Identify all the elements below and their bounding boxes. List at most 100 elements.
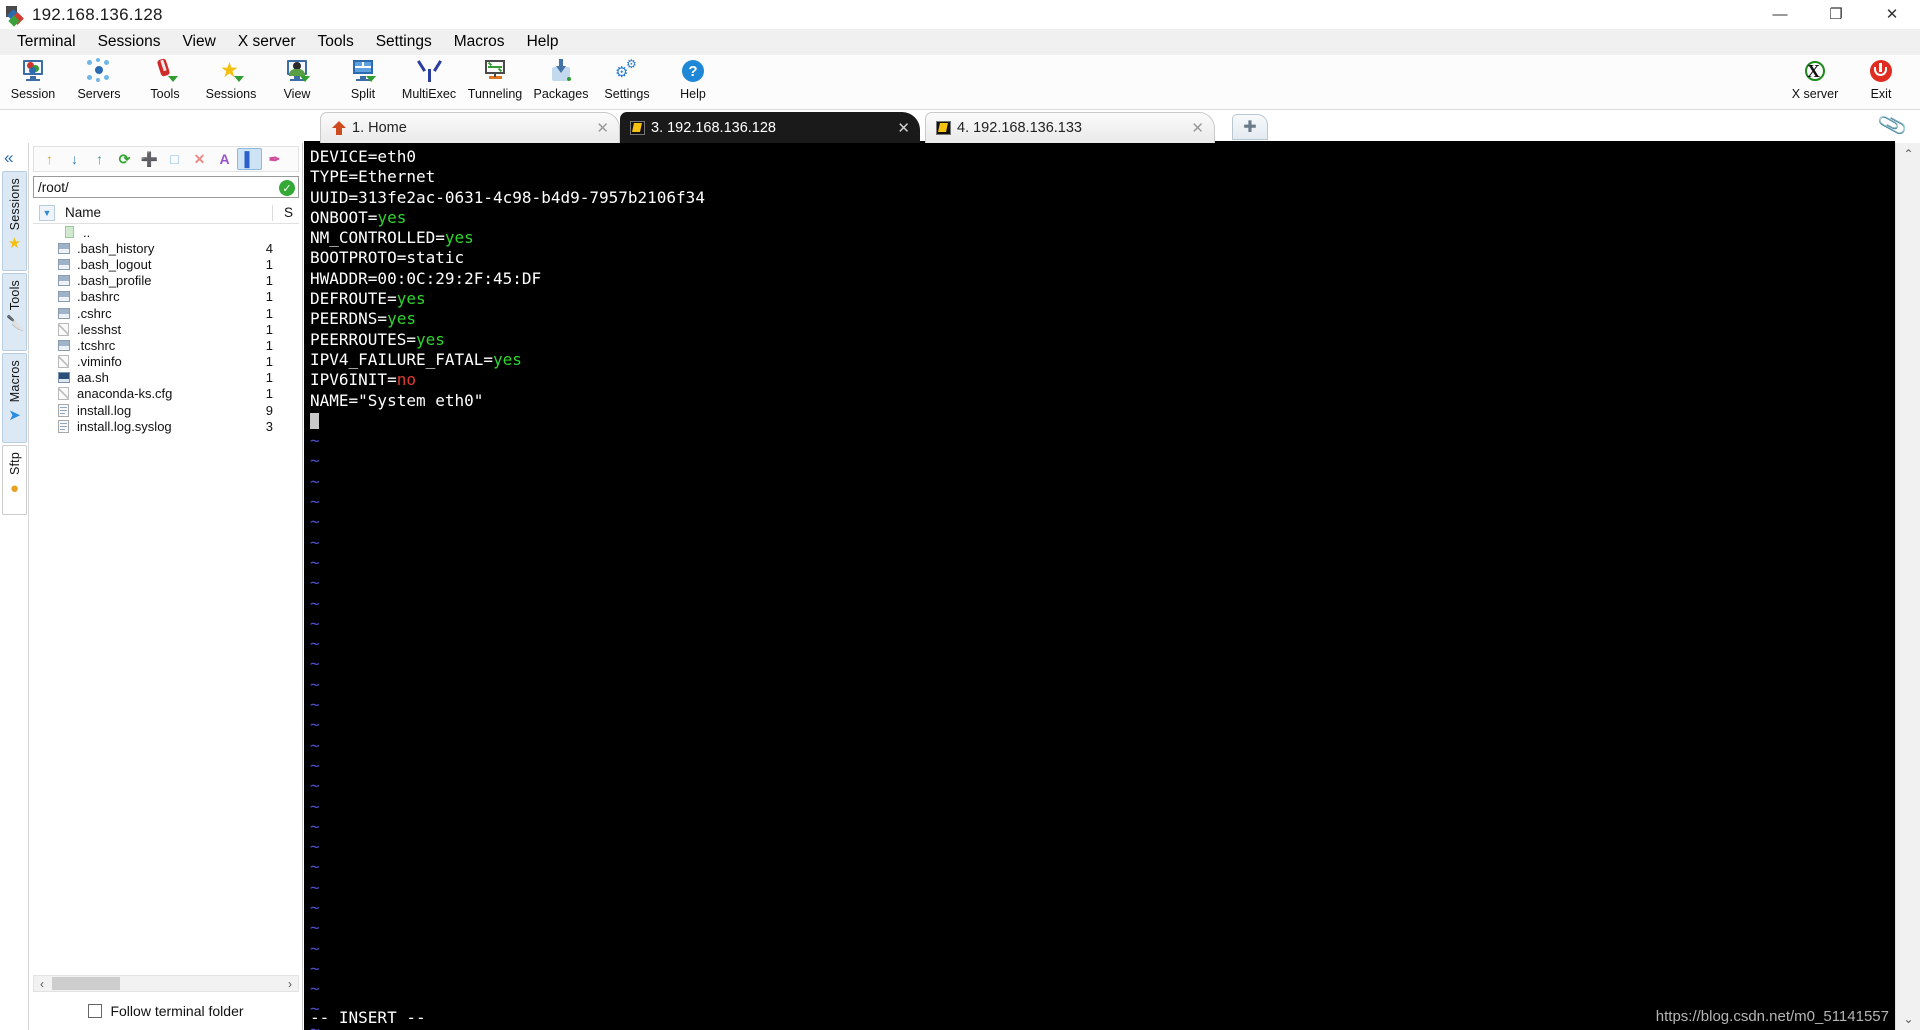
sftp-new-folder-icon[interactable]: ➕ xyxy=(137,148,162,170)
close-button[interactable]: ✕ xyxy=(1864,0,1920,29)
toolbar-button-label: Split xyxy=(350,87,376,101)
file-list[interactable]: .. .bash_history 4 .bash_logout 1 .bash_profi… xyxy=(33,224,299,1014)
toolbar-button-settings[interactable]: ⚙ ⚙ Settings xyxy=(594,55,660,110)
scroll-up-icon[interactable]: ⌃ xyxy=(1896,143,1920,165)
sftp-delete-icon[interactable]: ✕ xyxy=(187,148,212,170)
toolbar-button-packages[interactable]: Packages xyxy=(528,55,594,110)
sidebar-tab-tools[interactable]: Tools 🔪 xyxy=(2,273,27,351)
sftp-edit-wand-icon[interactable]: ✒ xyxy=(262,148,287,170)
file-row[interactable]: .bash_profile 1 xyxy=(33,273,299,289)
menu-item-settings[interactable]: Settings xyxy=(365,30,443,54)
menu-item-tools[interactable]: Tools xyxy=(307,30,365,54)
toolbar-button-help[interactable]: ? Help xyxy=(660,55,726,110)
hscroll-right-arrow[interactable]: › xyxy=(282,977,298,991)
title-bar: 192.168.136.128 — ❐ ✕ xyxy=(0,0,1920,29)
sftp-new-file-icon[interactable]: □ xyxy=(162,148,187,170)
menu-item-view[interactable]: View xyxy=(171,30,226,54)
toolbar-button-exit[interactable]: Exit xyxy=(1848,55,1914,110)
tilde-icon: ~ xyxy=(310,431,320,451)
file-row[interactable]: .bash_history 4 xyxy=(33,240,299,256)
scroll-down-icon[interactable]: ⌄ xyxy=(1896,1008,1920,1030)
toolbar-button-multiexec[interactable]: MultiExec xyxy=(396,55,462,110)
tilde-icon: ~ xyxy=(310,613,320,633)
file-name: .bashrc xyxy=(77,289,120,305)
toolbar-button-servers[interactable]: Servers xyxy=(66,55,132,110)
collapse-sidebar-icon[interactable]: « xyxy=(4,148,13,168)
sftp-bookmark-icon[interactable]: ▌ xyxy=(237,148,262,170)
sftp-upload-icon[interactable]: ↑ xyxy=(87,148,112,170)
toolbar-button-session[interactable]: Session xyxy=(0,55,66,110)
sftp-text-mode-icon[interactable]: A xyxy=(212,148,237,170)
tilde-icon: ~ xyxy=(310,837,320,857)
tab-close-icon[interactable]: ✕ xyxy=(578,119,609,137)
new-folder-icon: ➕ xyxy=(140,151,159,167)
text-mode-icon: A xyxy=(219,151,230,167)
toolbar-button-sessions[interactable]: ★ Sessions xyxy=(198,55,264,110)
minimize-button[interactable]: — xyxy=(1752,0,1808,29)
menu-item-terminal[interactable]: Terminal xyxy=(6,30,87,54)
file-row[interactable]: .viminfo 1 xyxy=(33,354,299,370)
new-tab-button[interactable]: ✚ xyxy=(1232,114,1268,140)
sidebar-tab-sftp[interactable]: Sftp ● xyxy=(2,445,27,515)
tab-2[interactable]: 3. 192.168.136.128 ✕ xyxy=(620,112,920,143)
terminal-vertical-scrollbar[interactable]: ⌃ ⌄ xyxy=(1895,143,1920,1030)
toolbar-button-label: MultiExec xyxy=(401,87,457,101)
terminal-empty-line-marker: ~ xyxy=(310,878,1895,898)
sftp-download-icon[interactable]: ↓ xyxy=(62,148,87,170)
refresh-icon: ⟳ xyxy=(118,151,131,167)
file-row[interactable]: .tcshrc 1 xyxy=(33,337,299,353)
column-header-size[interactable]: S xyxy=(284,205,293,220)
menu-item-sessions[interactable]: Sessions xyxy=(87,30,172,54)
sftp-path-input[interactable]: /root/ ✓ xyxy=(33,176,299,198)
tab-label: 3. 192.168.136.128 xyxy=(651,119,776,136)
follow-terminal-folder-row[interactable]: Follow terminal folder xyxy=(33,996,299,1026)
mobaxterm-logo-icon xyxy=(6,5,24,27)
toolbar-button-label: Tunneling xyxy=(467,87,523,101)
terminal-text: yes xyxy=(387,309,416,329)
toolbar-button-label: Sessions xyxy=(205,87,257,101)
tilde-icon: ~ xyxy=(310,776,320,796)
file-row[interactable]: aa.sh 1 xyxy=(33,370,299,386)
terminal-pane[interactable]: DEVICE=eth0 TYPE=Ethernet UUID=313fe2ac-06… xyxy=(304,143,1895,1030)
toolbar-button-split[interactable]: Split xyxy=(330,55,396,110)
terminal-cursor xyxy=(310,412,319,429)
file-list-horizontal-scrollbar[interactable]: ‹ › xyxy=(33,975,299,992)
maximize-restore-button[interactable]: ❐ xyxy=(1808,0,1864,29)
file-row[interactable]: .lesshst 1 xyxy=(33,321,299,337)
follow-terminal-folder-checkbox[interactable] xyxy=(88,1004,103,1018)
file-row[interactable]: .bash_logout 1 xyxy=(33,256,299,272)
tab-close-icon[interactable]: ✕ xyxy=(1173,119,1204,137)
sidebar-tab-sessions[interactable]: Sessions ★ xyxy=(2,171,27,271)
sidebar-tab-macros[interactable]: Macros ➤ xyxy=(2,353,27,443)
terminal-empty-line-marker: ~ xyxy=(310,756,1895,776)
file-row[interactable]: install.log.syslog 3 xyxy=(33,418,299,434)
file-row[interactable]: .bashrc 1 xyxy=(33,289,299,305)
file-row[interactable]: install.log 9 xyxy=(33,402,299,418)
sftp-parent-folder-icon[interactable]: ↑ xyxy=(37,148,62,170)
tab-3[interactable]: 4. 192.168.136.133 ✕ xyxy=(925,112,1215,143)
hscroll-thumb[interactable] xyxy=(52,977,120,990)
tab-1[interactable]: 1. Home ✕ xyxy=(320,112,620,143)
tab-close-icon[interactable]: ✕ xyxy=(879,119,910,137)
menu-item-help[interactable]: Help xyxy=(516,30,570,54)
menu-item-x-server[interactable]: X server xyxy=(227,30,307,54)
toolbar-button-view[interactable]: View xyxy=(264,55,330,110)
sftp-refresh-icon[interactable]: ⟳ xyxy=(112,148,137,170)
tab-label: 4. 192.168.136.133 xyxy=(957,120,1082,136)
file-row[interactable]: anaconda-ks.cfg 1 xyxy=(33,386,299,402)
menu-item-macros[interactable]: Macros xyxy=(443,30,516,54)
file-row[interactable]: .. xyxy=(33,224,299,240)
tilde-icon: ~ xyxy=(310,715,320,735)
toolbar-button-tunneling[interactable]: Tunneling xyxy=(462,55,528,110)
file-size: 3 xyxy=(265,418,273,434)
terminal-empty-line-marker: ~ xyxy=(310,614,1895,634)
terminal-text: yes xyxy=(444,228,474,248)
terminal-empty-line-marker: ~ xyxy=(310,594,1895,614)
column-header-name[interactable]: Name xyxy=(65,205,101,220)
terminal-text: IPV4_FAILURE_FATAL= xyxy=(310,349,494,369)
toolbar-button-x-server[interactable]: X X server xyxy=(1782,55,1848,110)
file-row[interactable]: .cshrc 1 xyxy=(33,305,299,321)
toolbar-button-tools[interactable]: Tools xyxy=(132,55,198,110)
hscroll-left-arrow[interactable]: ‹ xyxy=(34,977,50,991)
sort-descending-icon[interactable]: ▼ xyxy=(39,204,55,221)
